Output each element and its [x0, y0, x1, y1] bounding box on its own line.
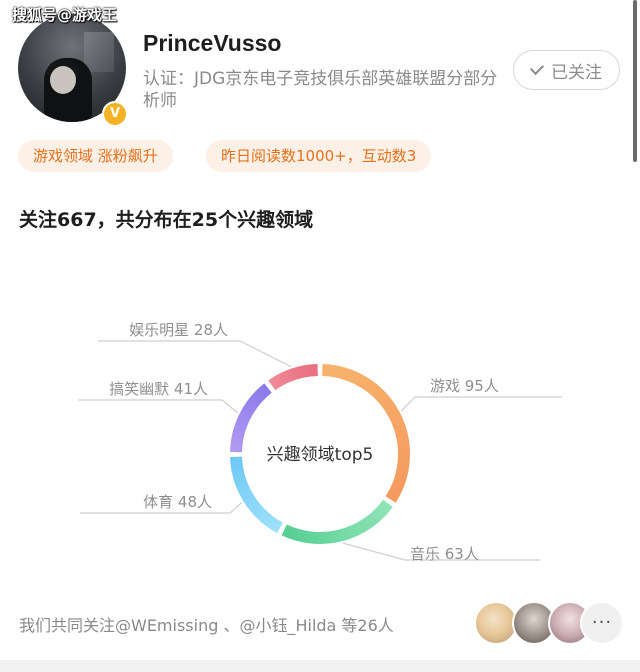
follow-summary: 关注667，共分布在25个兴趣领域 — [19, 209, 314, 231]
callout-label-2: 音乐 63人 — [410, 545, 479, 563]
callout-line-1 — [400, 396, 562, 412]
common-follow-text[interactable]: 我们共同关注@WEmissing 、@小钰_Hilda 等26人 — [19, 612, 394, 636]
verified-badge-icon: V — [102, 101, 128, 127]
donut-segment-5 — [268, 364, 319, 391]
donut-segment-3 — [230, 456, 284, 534]
more-button[interactable]: ··· — [580, 601, 624, 645]
follow-button-label: 已关注 — [551, 62, 602, 83]
check-icon — [529, 60, 545, 76]
interest-donut-chart: 游戏 95人音乐 63人 体育 48人 搞笑幽默 41人 娱乐明星 28人兴趣领域to… — [78, 321, 562, 563]
tag-growth: 游戏领域 涨粉飙升 — [18, 140, 173, 172]
follow-button[interactable]: 已关注 — [513, 50, 620, 90]
callout-label-4: 搞笑幽默 41人 — [109, 380, 208, 398]
callout-label-1: 游戏 95人 — [430, 377, 499, 395]
scrollbar[interactable] — [633, 0, 637, 162]
callout-label-5: 娱乐明星 28人 — [129, 321, 228, 339]
callout-label-3: 体育 48人 — [143, 493, 212, 511]
callout-line-5 — [98, 340, 292, 368]
watermark: 搜狐号@游戏王 — [12, 6, 118, 24]
username: PrinceVusso — [143, 30, 282, 56]
tag-reads: 昨日阅读数1000+，互动数3 — [206, 140, 432, 172]
donut-segment-1 — [322, 364, 410, 503]
certification-text: 认证：JDG京东电子竞技俱乐部英雄联盟分部分析师 — [143, 69, 498, 111]
bottom-divider — [0, 660, 640, 672]
donut-segment-2 — [281, 499, 393, 544]
donut-segment-4 — [230, 383, 272, 453]
callout-line-4 — [78, 399, 239, 414]
chart-center-title: 兴趣领域top5 — [267, 445, 374, 465]
